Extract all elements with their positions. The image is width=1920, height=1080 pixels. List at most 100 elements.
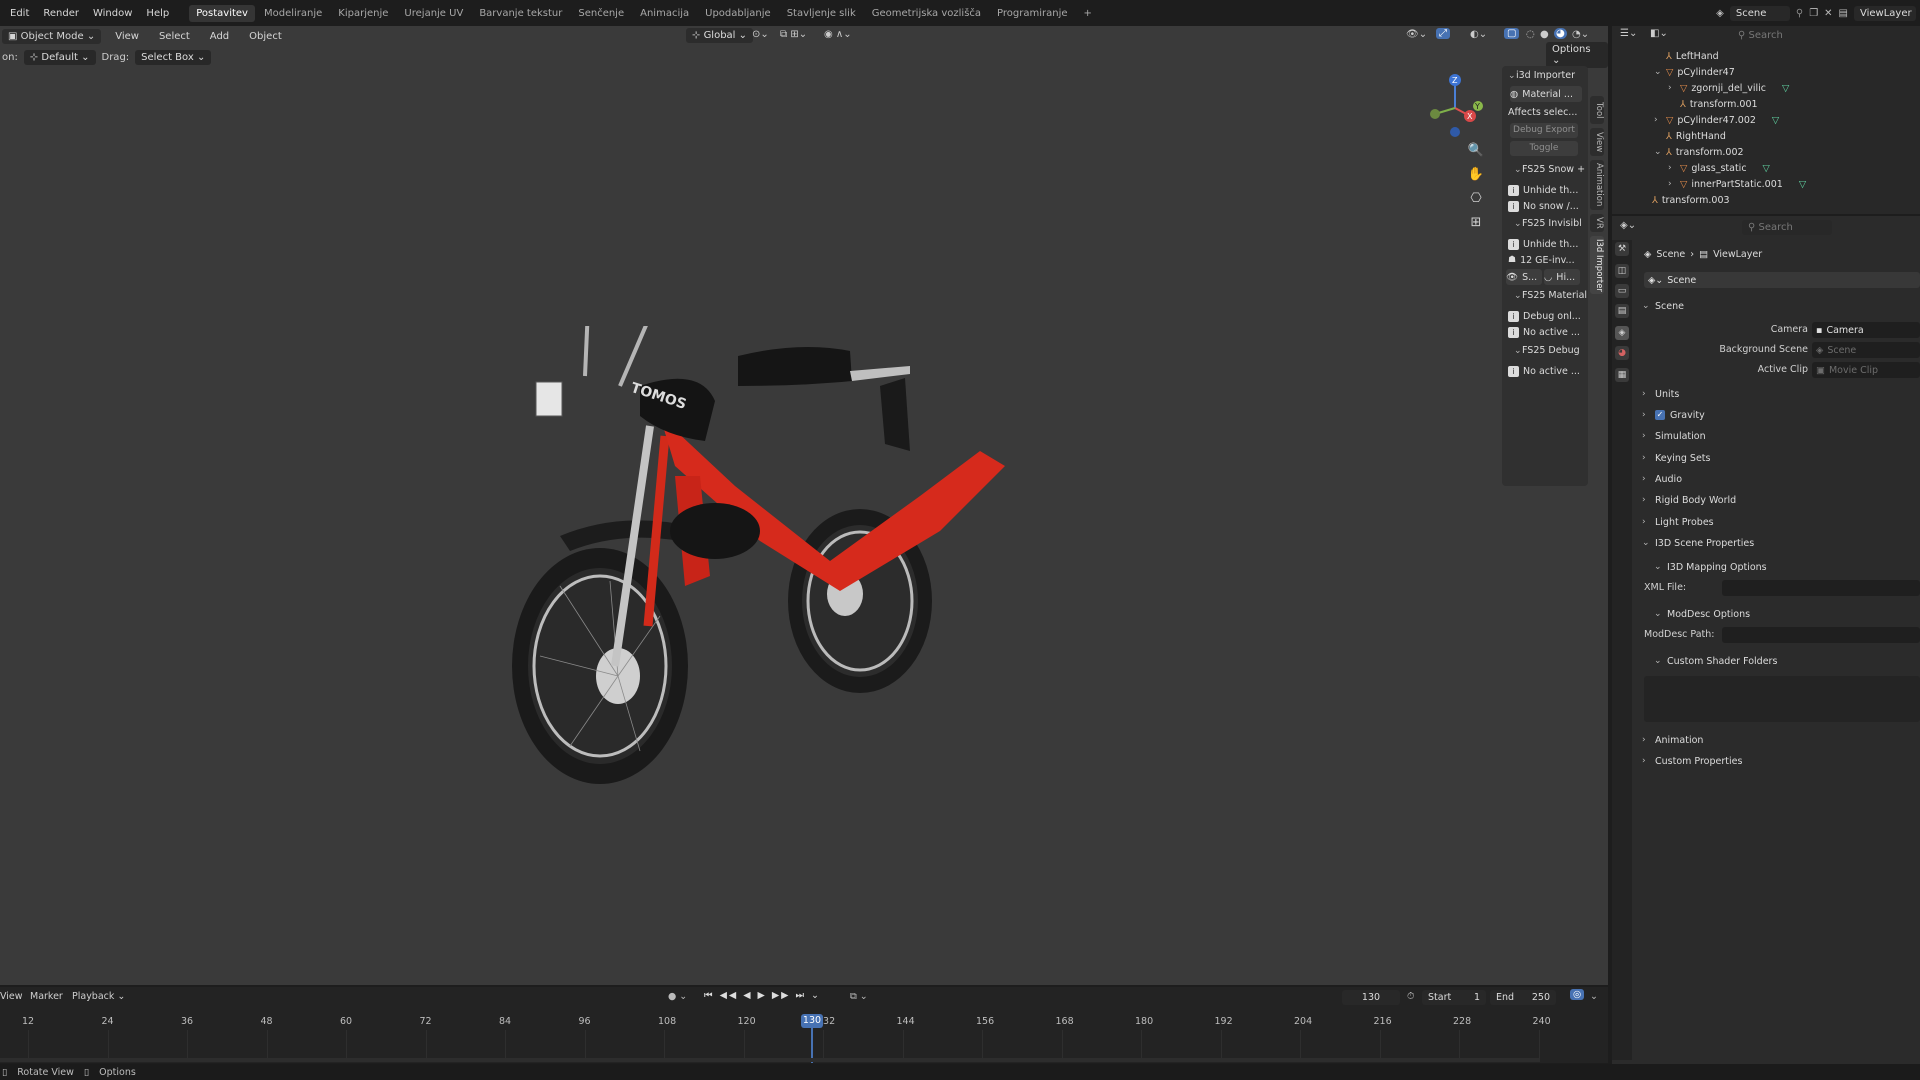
moddesc-options-header[interactable]: ⌄ ModDesc Options [1654,606,1750,622]
timeline-editor[interactable]: View Marker Playback ⌄ ● ⌄ ⏮ ◀◀ ◀ ▶ ▶▶ ⏭… [0,987,1608,1063]
debug-export-button[interactable]: Debug Export [1510,123,1578,138]
expand-chevron-icon[interactable]: › [1668,163,1676,173]
shading-solid-icon[interactable]: ● [1540,29,1549,40]
current-frame-field[interactable]: 130 [1342,990,1400,1005]
proportional-edit-icon[interactable]: ◉ ∧⌄ [824,29,852,40]
start-frame-field[interactable]: Start 1 [1422,990,1486,1005]
gravity-panel-header[interactable]: › ✓ Gravity [1642,407,1705,423]
tab-tool[interactable]: Tool [1590,96,1604,124]
expand-chevron-icon[interactable]: › [1668,179,1676,189]
ortho-grid-icon[interactable]: ⊞ [1467,214,1485,232]
viewlayer-icon[interactable]: ▤ [1839,8,1848,19]
pan-hand-icon[interactable]: ✋ [1467,166,1485,184]
workspace-tab-modeliranje[interactable]: Modeliranje [257,5,329,22]
background-scene-field[interactable]: ◈ Scene [1812,342,1920,358]
properties-editor[interactable]: ◈⌄ ⚲ Search ⚒ ◫ ▭ ▤ ◈ ◕ ▦ ◈ Scene › ▤ ViewLa… [1612,216,1920,1064]
options-dropdown[interactable]: Options ⌄ [1546,42,1608,68]
workspace-tab-upodabljanje[interactable]: Upodabljanje [698,5,778,22]
sync-icon[interactable]: ◎ [1570,989,1585,1000]
end-frame-field[interactable]: End 250 [1490,990,1556,1005]
keying-sets-panel-header[interactable]: › Keying Sets [1642,450,1710,466]
tab-vr[interactable]: VR [1590,214,1604,232]
menu-window[interactable]: Window [87,5,138,22]
menu-select[interactable]: Select [153,29,196,44]
viewlayer-name-field[interactable]: ViewLayer [1854,5,1916,21]
camera-view-icon[interactable]: ⎔ [1467,190,1485,208]
workspace-tab-kiparjenje[interactable]: Kiparjenje [331,5,395,22]
tl-menu-marker[interactable]: Marker [30,991,63,1002]
outliner-row[interactable]: ⅄ transform.003 [1640,192,1730,208]
mode-dropdown[interactable]: ▣ Object Mode ⌄ [2,28,102,44]
material-button[interactable]: ◍ Material ... [1510,86,1582,102]
mesh-data-icon[interactable]: ▽ [1782,83,1789,94]
tab-animation[interactable]: Animation [1590,160,1604,210]
mesh-data-icon[interactable]: ▽ [1799,179,1806,190]
pin-icon[interactable]: ⚲ [1796,8,1803,19]
toggle-button[interactable]: Toggle [1510,141,1578,156]
animation-panel-header[interactable]: › Animation [1642,732,1703,748]
drag-dropdown[interactable]: Select Box ⌄ [135,49,212,65]
workspace-tab-stavljenje[interactable]: Stavljenje slik [780,5,863,22]
mesh-data-icon[interactable]: ▽ [1772,115,1779,126]
tool-tab-icon[interactable]: ⚒ [1615,242,1629,256]
gizmo-toggle-icon[interactable]: ⤢ [1436,28,1450,39]
i3d-importer-header[interactable]: ⌄i3d Importer [1508,70,1575,81]
outliner-row[interactable]: ⌄ ⅄ transform.002 [1654,144,1744,160]
custom-properties-panel-header[interactable]: › Custom Properties [1642,753,1742,769]
simulation-panel-header[interactable]: › Simulation [1642,428,1706,444]
shading-material-icon[interactable]: ◕ [1554,28,1567,39]
timeline-scrollbar[interactable] [0,1058,1540,1062]
zoom-icon[interactable]: 🔍 [1467,142,1485,160]
menu-add[interactable]: Add [204,29,235,44]
collection-tab-icon[interactable]: ▦ [1615,368,1629,382]
outliner-row[interactable]: ⅄ LeftHand [1654,48,1719,64]
xray-icon[interactable]: ▢ [1504,28,1520,39]
properties-editor-icon[interactable]: ◈⌄ [1620,220,1636,231]
workspace-tab-programiranje[interactable]: Programiranje [990,5,1074,22]
camera-field[interactable]: ▪ Camera [1812,322,1920,338]
world-tab-icon[interactable]: ◕ [1615,346,1629,360]
outliner[interactable]: ☰⌄ ◧⌄ ⚲ Search ⅄ LeftHand ⌄ ▽ pCylinder47 › ▽ z… [1612,26,1920,214]
outliner-row[interactable]: › ▽ glass_static ▽ [1668,160,1770,176]
pivot-icon[interactable]: ⊙⌄ [752,29,769,40]
sync-dropdown-icon[interactable]: ⌄ [1590,991,1598,1002]
scene-name-field[interactable]: Scene [1729,5,1790,21]
playback-controls[interactable]: ⏮ ◀◀ ◀ ▶ ▶▶ ⏭ ⌄ [704,990,821,1001]
expand-chevron-icon[interactable]: › [1654,115,1662,125]
autokey-icon[interactable]: ● ⌄ [668,991,687,1002]
outliner-row[interactable]: › ▽ pCylinder47.002 ▽ [1654,112,1779,128]
workspace-tab-postavitev[interactable]: Postavitev [189,4,255,22]
units-panel-header[interactable]: › Units [1642,386,1679,402]
viewlayer-tab-icon[interactable]: ▤ [1615,304,1629,318]
navigation-gizmo[interactable]: Z X Y [1420,68,1490,138]
tab-view[interactable]: View [1590,128,1604,156]
visibility-icon[interactable]: 👁⌄ [1406,29,1427,40]
tl-menu-view[interactable]: View [0,991,23,1002]
menu-help[interactable]: Help [140,5,175,22]
custom-shader-header[interactable]: ⌄ Custom Shader Folders [1654,653,1777,669]
remove-scene-icon[interactable]: ✕ [1824,8,1832,19]
tl-menu-playback[interactable]: Playback ⌄ [72,991,125,1002]
gravity-checkbox[interactable]: ✓ [1655,410,1665,420]
i3d-mapping-header[interactable]: ⌄ I3D Mapping Options [1654,559,1767,575]
workspace-tab-urejanje-uv[interactable]: Urejanje UV [397,5,470,22]
menu-render[interactable]: Render [37,5,85,22]
scene-datablock[interactable]: ◈⌄ Scene [1644,272,1920,288]
output-tab-icon[interactable]: ▭ [1615,284,1629,298]
new-scene-icon[interactable]: ❐ [1809,8,1818,19]
shading-wireframe-icon[interactable]: ◌ [1526,29,1535,40]
fs25-material-header[interactable]: ⌄FS25 Material [1514,290,1587,301]
playhead-label[interactable]: 130 [801,1014,823,1028]
expand-chevron-icon[interactable]: › [1668,83,1676,93]
menu-view[interactable]: View [109,29,145,44]
workspace-tab-barvanje[interactable]: Barvanje tekstur [472,5,569,22]
moped-model[interactable]: TOMOS [500,326,1140,846]
snap-icon[interactable]: ⧉ ⊞⌄ [780,29,807,40]
rigid-body-panel-header[interactable]: › Rigid Body World [1642,492,1736,508]
transform-orientation-dropdown[interactable]: ⊹ Global ⌄ [686,28,754,43]
workspace-tab-geometrija[interactable]: Geometrijska vozlišča [865,5,988,22]
overlay-icon[interactable]: ◐⌄ [1470,29,1487,40]
properties-search-input[interactable]: ⚲ Search [1742,220,1832,235]
3d-viewport[interactable]: ▣ Object Mode ⌄ View Select Add Object ⊹… [0,26,1608,985]
workspace-tab-animacija[interactable]: Animacija [633,5,696,22]
